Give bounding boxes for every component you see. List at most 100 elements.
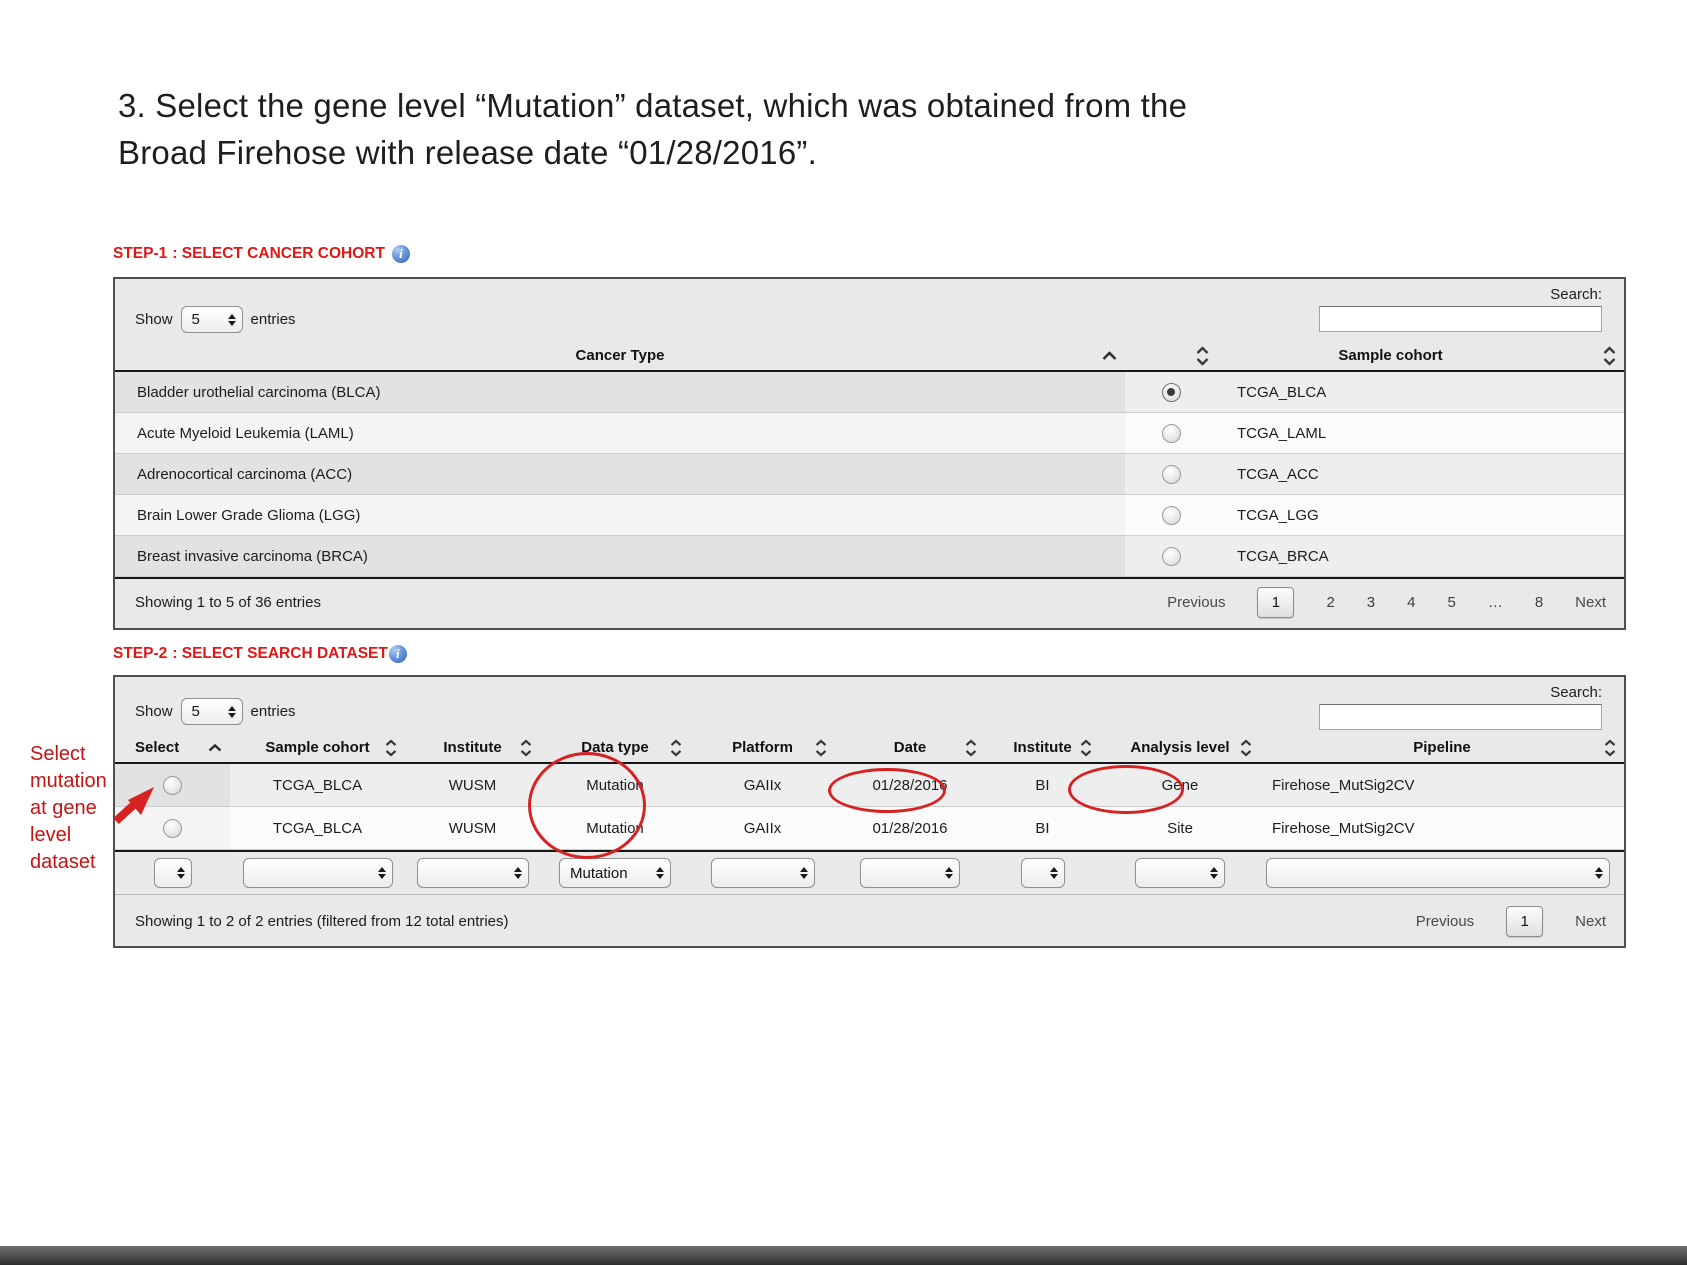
sample-cohort-cell: TCGA_BLCA xyxy=(1217,372,1624,412)
column-header-institute[interactable]: Institute xyxy=(405,733,540,762)
search-input[interactable] xyxy=(1319,306,1602,332)
select-stepper-icon xyxy=(1202,867,1224,879)
cohort-radio[interactable] xyxy=(1162,383,1181,402)
dataset-radio[interactable] xyxy=(163,776,182,795)
select-stepper-icon xyxy=(648,867,670,879)
sample-cohort-cell: TCGA_LGG xyxy=(1217,495,1624,535)
annotation-line: mutation xyxy=(30,768,107,795)
filter-institute[interactable] xyxy=(417,858,529,888)
sort-asc-icon xyxy=(208,744,222,752)
page-button-3[interactable]: 3 xyxy=(1367,594,1375,611)
column-header-sample-cohort[interactable]: Sample cohort xyxy=(230,733,405,762)
filter-select[interactable] xyxy=(154,858,192,888)
table-row[interactable]: Acute Myeloid Leukemia (LAML) TCGA_LAML xyxy=(115,413,1624,454)
step2-heading-prefix: STEP-2 xyxy=(113,645,167,663)
select-stepper-icon xyxy=(1042,867,1064,879)
page-length-select[interactable]: 5 xyxy=(181,306,243,333)
page-button-1[interactable]: 1 xyxy=(1257,587,1294,618)
cancer-type-cell: Acute Myeloid Leukemia (LAML) xyxy=(115,413,1125,453)
table-row[interactable]: Breast invasive carcinoma (BRCA) TCGA_BR… xyxy=(115,536,1624,577)
filter-sample-cohort[interactable] xyxy=(243,858,393,888)
step2-search: Search: xyxy=(1319,684,1602,730)
table-row[interactable]: Brain Lower Grade Glioma (LGG) TCGA_LGG xyxy=(115,495,1624,536)
column-header-platform[interactable]: Platform xyxy=(690,733,835,762)
date-cell: 01/28/2016 xyxy=(835,807,985,849)
annotation-line: Select xyxy=(30,741,107,768)
step2-toolbar: Show 5 entries Search: xyxy=(115,677,1624,733)
step1-pagination: Previous 1 2 3 4 5 … 8 Next xyxy=(1167,587,1606,618)
table-row[interactable]: Bladder urothelial carcinoma (BLCA) TCGA… xyxy=(115,372,1624,413)
page-button-4[interactable]: 4 xyxy=(1407,594,1415,611)
sort-both-icon xyxy=(385,739,397,756)
page-title: 3. Select the gene level “Mutation” data… xyxy=(118,82,1458,176)
sample-cohort-cell: TCGA_BRCA xyxy=(1217,536,1624,576)
sort-both-icon xyxy=(1080,739,1092,756)
search-label: Search: xyxy=(1550,286,1602,303)
annotation-line: level xyxy=(30,822,107,849)
previous-button[interactable]: Previous xyxy=(1167,594,1225,611)
column-header-cancer-type[interactable]: Cancer Type xyxy=(115,341,1125,370)
bottom-bar xyxy=(0,1246,1687,1265)
sort-asc-icon xyxy=(1102,351,1117,360)
step1-table-body: Bladder urothelial carcinoma (BLCA) TCGA… xyxy=(115,372,1624,579)
page-button-1[interactable]: 1 xyxy=(1506,906,1543,937)
select-stepper-icon xyxy=(169,867,191,879)
column-header-select[interactable]: Select xyxy=(115,733,230,762)
showing-entries-text: Showing 1 to 5 of 36 entries xyxy=(135,594,321,611)
sample-cohort-cell: TCGA_BLCA xyxy=(230,807,405,849)
cohort-radio[interactable] xyxy=(1162,547,1181,566)
show-label: Show xyxy=(135,311,173,328)
page-ellipsis: … xyxy=(1488,594,1503,611)
info-icon[interactable]: i xyxy=(389,645,407,663)
cancer-type-cell: Bladder urothelial carcinoma (BLCA) xyxy=(115,372,1125,412)
pipeline-cell: Firehose_MutSig2CV xyxy=(1260,807,1624,849)
cohort-radio[interactable] xyxy=(1162,465,1181,484)
sort-both-icon xyxy=(1603,346,1616,365)
filter-pipeline[interactable] xyxy=(1266,858,1610,888)
table-row[interactable]: TCGA_BLCA WUSM Mutation GAIIx 01/28/2016… xyxy=(115,807,1624,850)
step1-heading: STEP-1 : SELECT CANCER COHORT i xyxy=(113,245,410,263)
next-button[interactable]: Next xyxy=(1575,913,1606,930)
previous-button[interactable]: Previous xyxy=(1416,913,1474,930)
institute2-cell: BI xyxy=(985,807,1100,849)
filter-date[interactable] xyxy=(860,858,960,888)
page-button-8[interactable]: 8 xyxy=(1535,594,1543,611)
filter-platform[interactable] xyxy=(711,858,815,888)
column-header-select[interactable] xyxy=(1125,341,1217,370)
platform-cell: GAIIx xyxy=(690,807,835,849)
column-header-institute-2[interactable]: Institute xyxy=(985,733,1100,762)
next-button[interactable]: Next xyxy=(1575,594,1606,611)
select-stepper-icon xyxy=(937,867,959,879)
column-header-analysis-level[interactable]: Analysis level xyxy=(1100,733,1260,762)
select-stepper-icon xyxy=(506,867,528,879)
step1-search: Search: xyxy=(1319,286,1602,332)
pipeline-cell: Firehose_MutSig2CV xyxy=(1260,764,1624,806)
sample-cohort-cell: TCGA_BLCA xyxy=(230,764,405,806)
sort-both-icon xyxy=(520,739,532,756)
select-stepper-icon xyxy=(370,867,392,879)
column-header-pipeline[interactable]: Pipeline xyxy=(1260,733,1624,762)
step2-show-entries: Show 5 entries xyxy=(135,698,296,725)
cohort-radio[interactable] xyxy=(1162,424,1181,443)
step2-pagination: Previous 1 Next xyxy=(1416,906,1606,937)
page-length-select[interactable]: 5 xyxy=(181,698,243,725)
filter-institute-2[interactable] xyxy=(1021,858,1065,888)
sample-cohort-cell: TCGA_ACC xyxy=(1217,454,1624,494)
show-label: Show xyxy=(135,703,173,720)
column-header-date[interactable]: Date xyxy=(835,733,985,762)
dataset-radio[interactable] xyxy=(163,819,182,838)
annotation-note: Select mutation at gene level dataset xyxy=(30,741,107,876)
step1-show-entries: Show 5 entries xyxy=(135,306,296,333)
table-row[interactable]: Adrenocortical carcinoma (ACC) TCGA_ACC xyxy=(115,454,1624,495)
page-button-5[interactable]: 5 xyxy=(1447,594,1455,611)
step1-table-header: Cancer Type Sample cohort xyxy=(115,341,1624,372)
search-input[interactable] xyxy=(1319,704,1602,730)
cohort-radio[interactable] xyxy=(1162,506,1181,525)
info-icon[interactable]: i xyxy=(392,245,410,263)
column-header-sample-cohort[interactable]: Sample cohort xyxy=(1217,341,1624,370)
page-button-2[interactable]: 2 xyxy=(1326,594,1334,611)
select-stepper-icon xyxy=(220,314,242,326)
filter-data-type[interactable]: Mutation xyxy=(559,858,671,888)
filter-analysis-level[interactable] xyxy=(1135,858,1225,888)
platform-cell: GAIIx xyxy=(690,764,835,806)
